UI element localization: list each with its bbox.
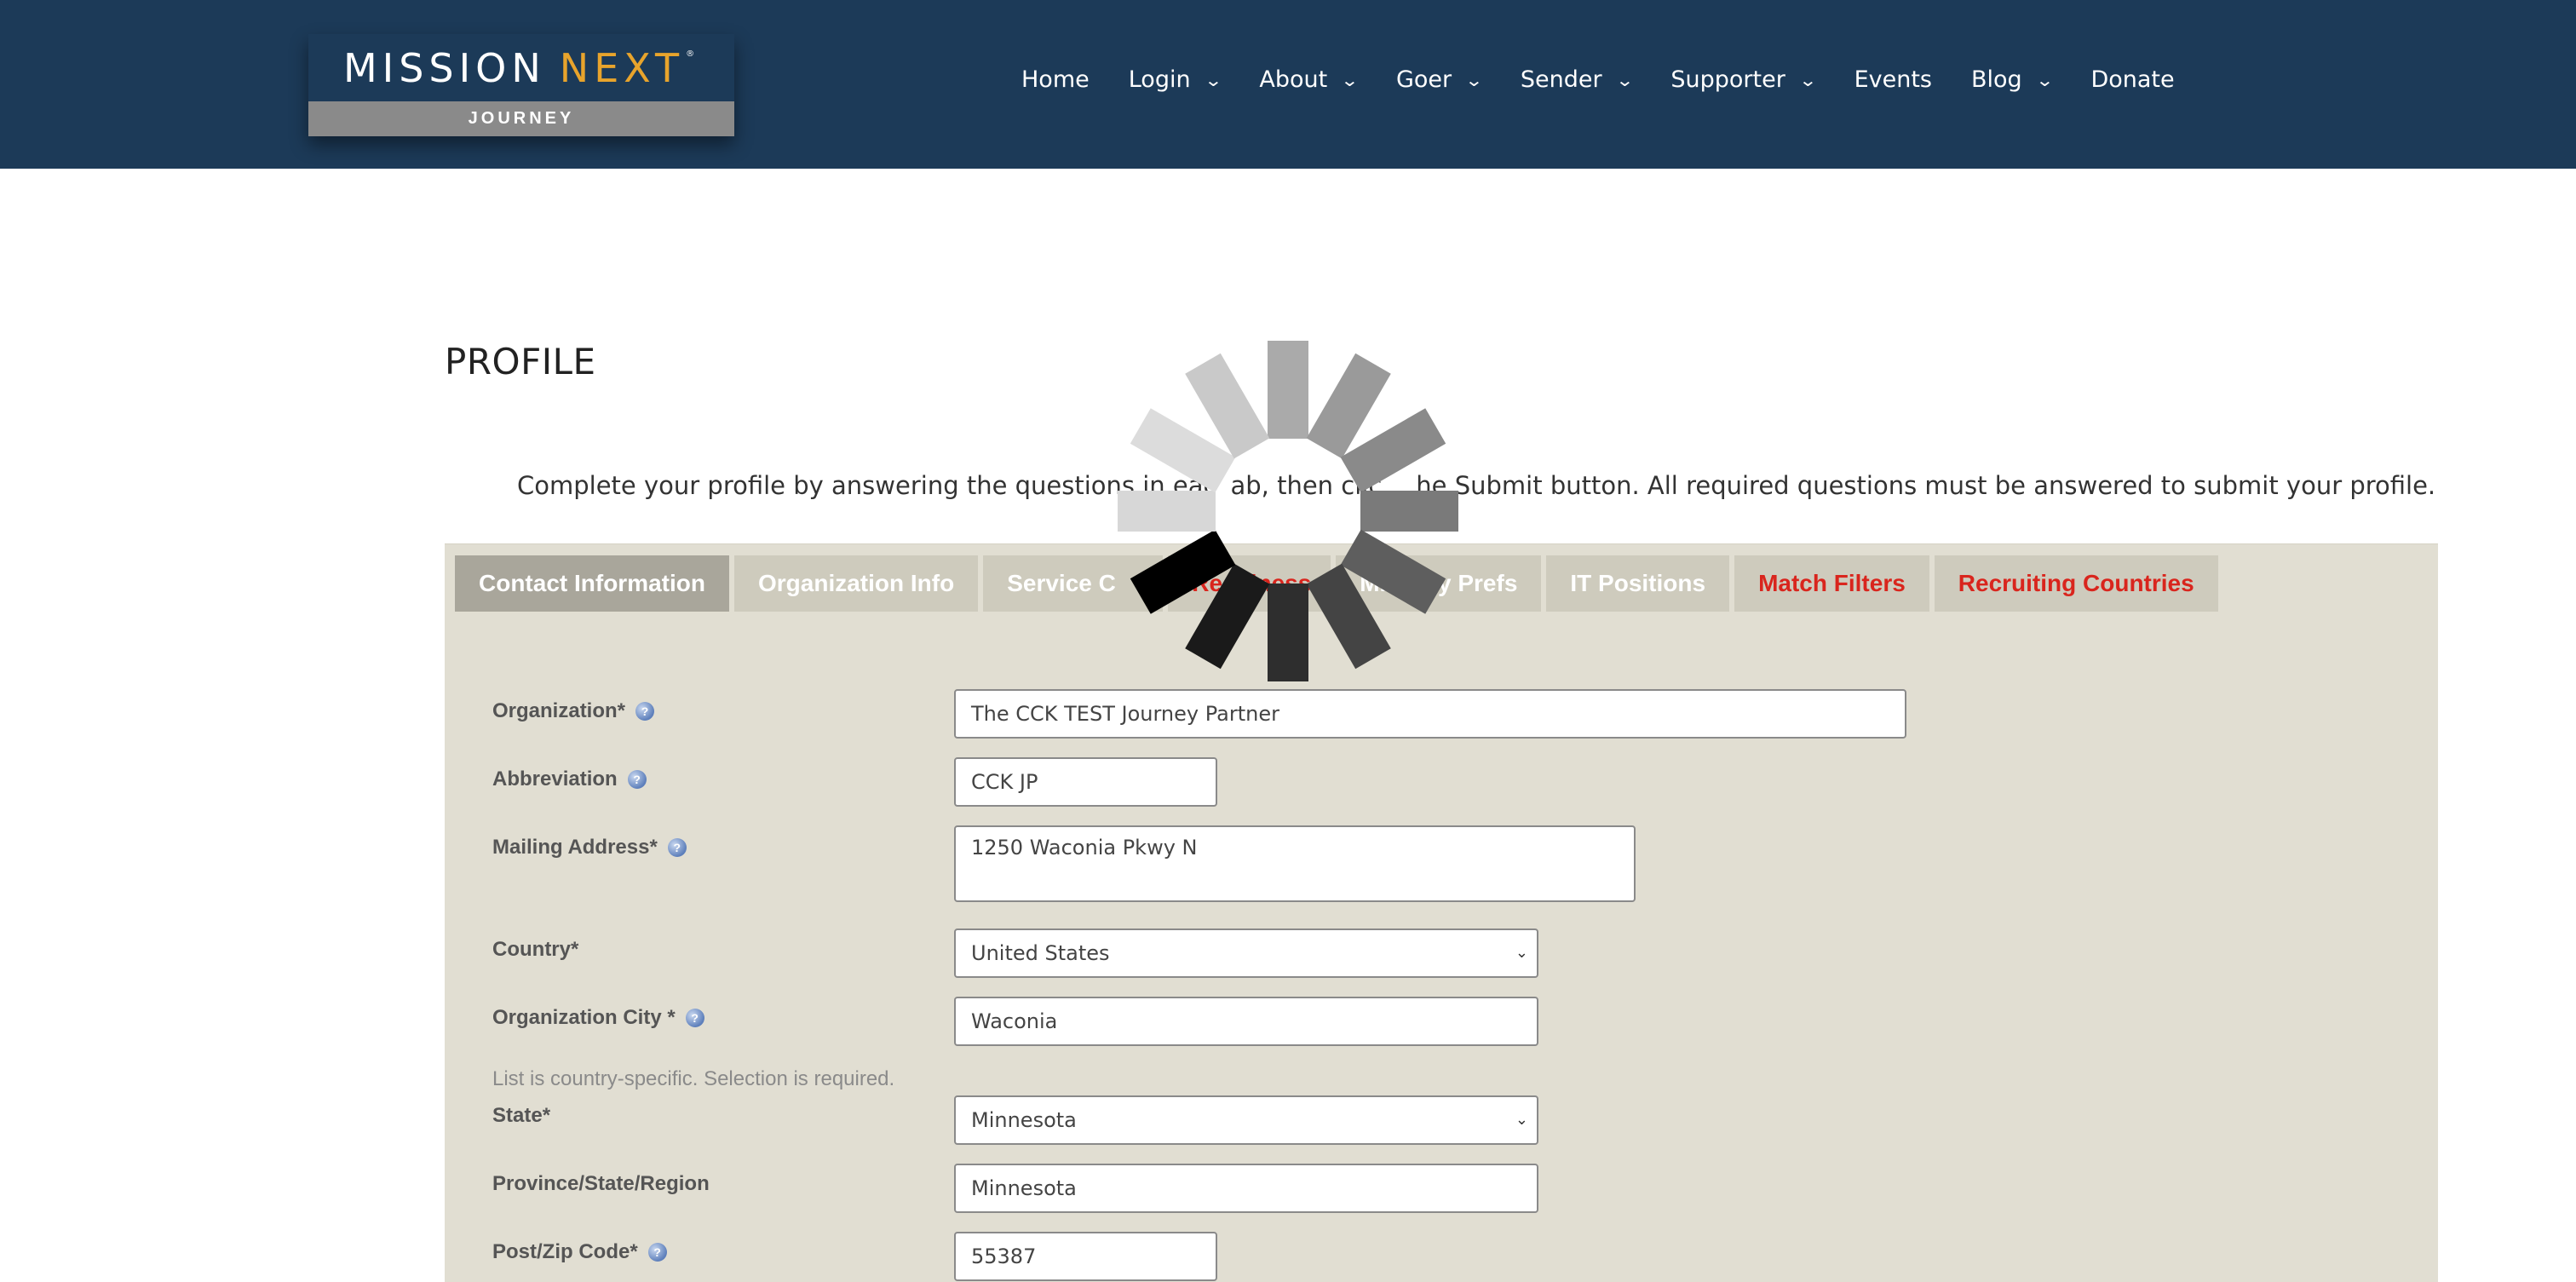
tab-organization-info[interactable]: Organization Info — [734, 555, 979, 612]
main-nav: Home Login ⌄ About ⌄ Goer ⌄ Sender ⌄ Support… — [1021, 66, 2175, 93]
tab-readiness[interactable]: Readiness — [1168, 555, 1331, 612]
chevron-down-icon[interactable]: ⌄ — [1798, 70, 1817, 90]
abbreviation-input[interactable]: CCK JP — [954, 757, 1217, 807]
chevron-down-icon[interactable]: ⌄ — [1204, 70, 1222, 90]
organization-city-label: Organization City *? — [492, 1006, 704, 1030]
state-note: List is country-specific. Selection is r… — [492, 1067, 895, 1090]
chevron-down-icon[interactable]: ⌄ — [1615, 70, 1634, 90]
spinner-bar — [1185, 353, 1270, 459]
logo-trademark: ® — [686, 49, 700, 59]
zip-label: Post/Zip Code*? — [492, 1240, 667, 1264]
help-question-icon[interactable]: ? — [685, 1009, 704, 1027]
tab-recruiting-countries[interactable]: Recruiting Countries — [1934, 555, 2218, 612]
chevron-down-icon[interactable]: ⌄ — [1341, 70, 1360, 90]
tab-match-filters[interactable]: Match Filters — [1734, 555, 1929, 612]
help-question-icon[interactable]: ? — [635, 702, 655, 721]
mailing-address-label: Mailing Address*? — [492, 836, 687, 859]
logo-word-mission: MISSION — [342, 44, 546, 91]
logo-word-next: NEXT — [559, 44, 685, 91]
province-label: Province/State/Region — [492, 1172, 710, 1195]
site-header: MISSION NEXT ® JOURNEY Home Login ⌄ About… — [0, 0, 2576, 169]
organization-input[interactable]: The CCK TEST Journey Partner — [954, 689, 1906, 739]
province-input[interactable]: Minnesota — [954, 1164, 1538, 1213]
nav-login[interactable]: Login ⌄ — [1129, 66, 1222, 93]
page-title: PROFILE — [445, 341, 596, 382]
help-question-icon[interactable]: ? — [627, 770, 647, 789]
country-select[interactable]: United States ⌄ — [954, 928, 1538, 978]
abbreviation-label: Abbreviation? — [492, 767, 647, 791]
chevron-down-icon: ⌄ — [1515, 944, 1528, 962]
spinner-bar — [1306, 353, 1391, 459]
tab-contact-information[interactable]: Contact Information — [455, 555, 729, 612]
profile-tabs: Contact Information Organization Info Se… — [455, 555, 2223, 612]
nav-blog[interactable]: Blog ⌄ — [1971, 66, 2054, 93]
nav-about[interactable]: About ⌄ — [1259, 66, 1360, 93]
help-question-icon[interactable]: ? — [647, 1243, 667, 1262]
country-label: Country* — [492, 938, 579, 961]
organization-city-input[interactable]: Waconia — [954, 997, 1538, 1046]
tab-service-c[interactable]: Service C — [983, 555, 1164, 612]
nav-donate[interactable]: Donate — [2090, 66, 2174, 93]
nav-sender[interactable]: Sender ⌄ — [1521, 66, 1634, 93]
tab-it-positions[interactable]: IT Positions — [1546, 555, 1730, 612]
organization-label: Organization*? — [492, 699, 655, 723]
chevron-down-icon: ⌄ — [1515, 1111, 1528, 1129]
help-question-icon[interactable]: ? — [667, 838, 687, 857]
state-label: State* — [492, 1104, 551, 1127]
nav-home[interactable]: Home — [1021, 66, 1090, 93]
intro-text: Complete your profile by answering the q… — [517, 471, 2436, 500]
nav-events[interactable]: Events — [1854, 66, 1932, 93]
nav-supporter[interactable]: Supporter ⌄ — [1670, 66, 1817, 93]
logo-subtitle: JOURNEY — [308, 101, 734, 136]
nav-goer[interactable]: Goer ⌄ — [1396, 66, 1484, 93]
tab-ministry-prefs[interactable]: Ministry Prefs — [1336, 555, 1542, 612]
zip-input[interactable]: 55387 — [954, 1232, 1217, 1281]
state-select[interactable]: Minnesota ⌄ — [954, 1095, 1538, 1145]
chevron-down-icon[interactable]: ⌄ — [1465, 70, 1484, 90]
profile-form-panel: Contact Information Organization Info Se… — [445, 543, 2438, 1282]
chevron-down-icon[interactable]: ⌄ — [2035, 70, 2054, 90]
mission-next-logo[interactable]: MISSION NEXT ® JOURNEY — [308, 34, 734, 136]
spinner-bar — [1268, 341, 1308, 439]
mailing-address-textarea[interactable]: 1250 Waconia Pkwy N — [954, 825, 1636, 902]
